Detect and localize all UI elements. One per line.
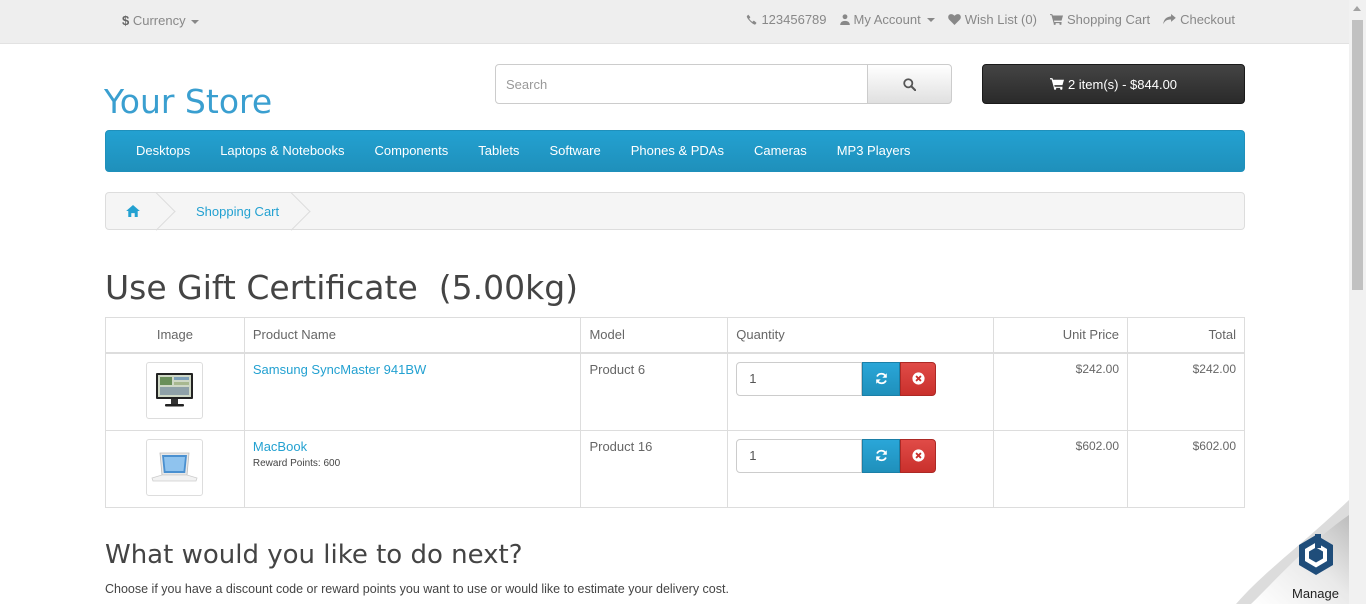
wish-list-label: Wish List (0) <box>964 12 1037 27</box>
user-icon <box>839 14 850 25</box>
update-button[interactable] <box>862 361 900 396</box>
next-steps-description: Choose if you have a discount code or re… <box>105 582 729 596</box>
unit-price-cell: $242.00 <box>993 352 1129 431</box>
remove-button[interactable] <box>899 361 937 396</box>
currency-dropdown[interactable]: $ Currency <box>122 13 200 28</box>
total-cell: $602.00 <box>1127 429 1245 508</box>
refresh-icon <box>875 372 887 385</box>
quantity-input[interactable] <box>736 438 863 473</box>
store-logo[interactable]: Your Store <box>104 82 272 121</box>
my-account-dropdown[interactable]: My Account <box>839 12 935 27</box>
laptop-image-icon <box>151 452 198 481</box>
page-scrollbar[interactable] <box>1349 0 1366 604</box>
product-name-cell: MacBook Reward Points: 600 <box>243 429 582 508</box>
quantity-input-group <box>736 361 937 396</box>
scrollbar-thumb[interactable] <box>1352 20 1363 290</box>
menu-item-components[interactable]: Components <box>360 131 464 171</box>
monitor-thumbnail[interactable] <box>146 361 204 419</box>
menu-item-laptops-notebooks[interactable]: Laptops & Notebooks <box>205 131 359 171</box>
cart-summary-button[interactable]: 2 item(s) - $844.00 <box>982 64 1245 104</box>
page-title: Use Gift Certificate (5.00kg) <box>105 268 579 307</box>
quantity-cell <box>727 352 995 431</box>
category-menu: Desktops Laptops & Notebooks Components … <box>105 130 1245 172</box>
wish-list-link[interactable]: Wish List (0) <box>947 12 1037 27</box>
table-row: Samsung SyncMaster 941BW Product 6 $242.… <box>105 352 1245 431</box>
update-button[interactable] <box>862 438 900 473</box>
manage-badge[interactable]: Manage <box>1236 500 1349 604</box>
unit-price-cell: $602.00 <box>993 429 1129 508</box>
search-button[interactable] <box>867 64 952 104</box>
product-name-cell: Samsung SyncMaster 941BW <box>243 352 582 431</box>
quantity-input-group <box>736 438 937 473</box>
next-steps-title: What would you like to do next? <box>105 540 523 570</box>
monitor-image-icon <box>156 372 194 406</box>
search-icon <box>903 77 916 91</box>
heart-icon <box>947 14 961 25</box>
product-link[interactable]: MacBook <box>253 439 307 454</box>
cart-table: Image Product Name Model Quantity Unit P… <box>105 317 1245 508</box>
home-icon <box>126 205 140 217</box>
breadcrumb-item-shopping-cart[interactable]: Shopping Cart <box>166 193 301 229</box>
caret-down-icon <box>926 17 935 22</box>
share-icon <box>1163 14 1176 25</box>
menu-item-cameras[interactable]: Cameras <box>739 131 822 171</box>
remove-circle-icon <box>911 449 925 462</box>
checkout-link[interactable]: Checkout <box>1163 12 1235 27</box>
scroll-up-arrow-icon[interactable] <box>1353 6 1361 11</box>
column-header-model: Model <box>580 317 729 354</box>
refresh-icon <box>875 449 887 462</box>
breadcrumb-home[interactable] <box>106 193 166 229</box>
product-image-cell <box>105 429 245 508</box>
my-account-label: My Account <box>853 12 921 27</box>
table-header-row: Image Product Name Model Quantity Unit P… <box>105 317 1245 354</box>
remove-circle-icon <box>911 372 925 385</box>
table-row: MacBook Reward Points: 600 Product 16 $6… <box>105 429 1245 508</box>
product-link[interactable]: Samsung SyncMaster 941BW <box>253 362 426 377</box>
search-input[interactable] <box>495 64 868 104</box>
quantity-cell <box>727 429 995 508</box>
currency-symbol: $ <box>122 13 130 28</box>
breadcrumb-label[interactable]: Shopping Cart <box>196 204 279 219</box>
cart-icon <box>1049 78 1064 90</box>
total-cell: $242.00 <box>1127 352 1245 431</box>
menu-item-tablets[interactable]: Tablets <box>463 131 534 171</box>
product-model-cell: Product 6 <box>580 352 729 431</box>
column-header-quantity: Quantity <box>727 317 995 354</box>
laptop-thumbnail[interactable] <box>146 438 204 496</box>
currency-label: Currency <box>132 13 186 28</box>
product-image-cell <box>105 352 245 431</box>
caret-down-icon <box>191 19 200 24</box>
product-model-cell: Product 16 <box>580 429 729 508</box>
top-links: 123456789 My Account Wish List (0) Shopp… <box>746 12 1235 27</box>
shopping-cart-link[interactable]: Shopping Cart <box>1049 12 1151 27</box>
column-header-product-name: Product Name <box>243 317 582 354</box>
top-bar: $ Currency 123456789 My Account Wish Lis… <box>0 0 1349 44</box>
cart-summary-text: 2 item(s) - $844.00 <box>1067 76 1178 92</box>
column-header-unit-price: Unit Price <box>993 317 1129 354</box>
menu-item-software[interactable]: Software <box>534 131 615 171</box>
search-bar <box>495 64 952 104</box>
checkout-label: Checkout <box>1180 12 1235 27</box>
phone-number: 123456789 <box>761 12 827 27</box>
quantity-input[interactable] <box>736 361 863 396</box>
column-header-image: Image <box>105 317 245 354</box>
phone-icon <box>747 14 757 25</box>
cart-icon <box>1049 14 1063 25</box>
remove-button[interactable] <box>899 438 937 473</box>
shopping-cart-label: Shopping Cart <box>1066 12 1151 27</box>
phone-link[interactable]: 123456789 <box>746 12 827 27</box>
menu-item-desktops[interactable]: Desktops <box>121 131 205 171</box>
menu-item-mp3-players[interactable]: MP3 Players <box>822 131 926 171</box>
manage-label: Manage <box>1292 586 1339 601</box>
breadcrumb: Shopping Cart <box>105 192 1245 230</box>
column-header-total: Total <box>1127 317 1245 354</box>
menu-item-phones-pdas[interactable]: Phones & PDAs <box>616 131 739 171</box>
reward-points: Reward Points: 600 <box>252 457 341 469</box>
